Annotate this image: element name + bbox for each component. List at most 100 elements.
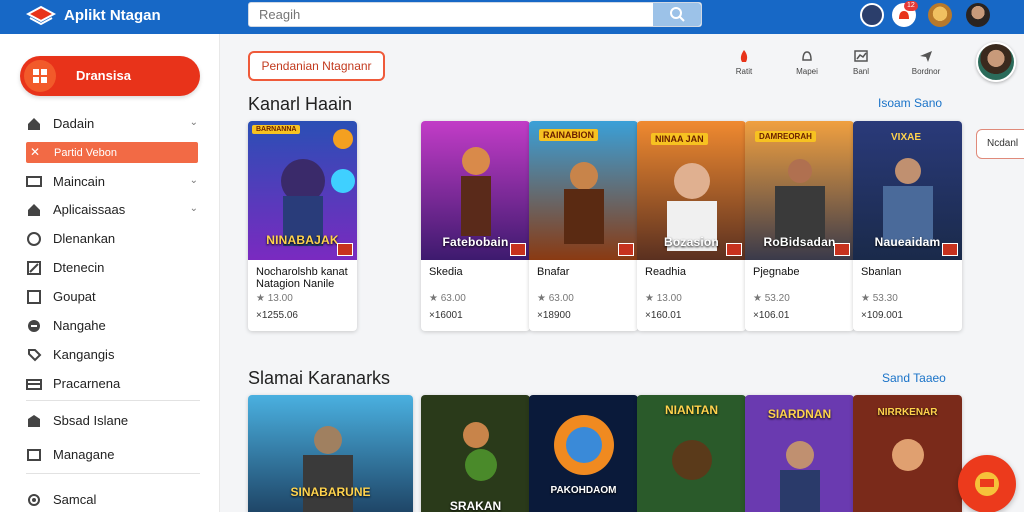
topbar-actions: 12 (854, 1, 994, 31)
game-card[interactable]: SRAKAN (421, 395, 530, 512)
see-all-link[interactable]: Sand Taaeo (882, 371, 946, 385)
sidebar-item-maincain[interactable]: Maincain ⌄ (26, 171, 198, 193)
game-card[interactable]: SINABARUNE (248, 395, 413, 512)
search-bar (248, 2, 702, 27)
sidebar-item-label: Aplicaissaas (53, 202, 126, 217)
edit-icon (27, 261, 41, 275)
game-card[interactable]: NIRRKENAR (853, 395, 962, 512)
user-avatar[interactable] (928, 3, 952, 27)
chart-icon (854, 50, 868, 62)
monitor-icon (26, 176, 42, 187)
sidebar-item-label: Dadain (53, 116, 95, 131)
action-label: Ratit (735, 67, 753, 76)
sidebar-item-goupat[interactable]: Goupat (26, 286, 198, 308)
game-artwork (421, 395, 530, 512)
section-title: Kanarl Haain (248, 94, 353, 114)
search-input[interactable] (249, 3, 653, 26)
game-rating: ★ 63.00 (537, 293, 574, 304)
action-banl[interactable]: Banl (835, 46, 887, 82)
game-name: Skedia (429, 266, 463, 278)
search-button[interactable] (653, 3, 701, 26)
sidebar-item-label: Goupat (53, 289, 96, 304)
sidebar-item-label: Partid Vebon (54, 147, 117, 159)
game-card[interactable]: NIANTAN (637, 395, 746, 512)
game-rating: ★ 53.20 (753, 293, 790, 304)
sidebar-item-dlenankan[interactable]: Dlenankan (26, 228, 198, 250)
game-rating: ★ 63.00 (429, 293, 466, 304)
sidebar-item-label: Kangangis (53, 347, 115, 362)
profile-avatar-large[interactable] (976, 42, 1016, 82)
game-tag: NINAA JAN (651, 133, 708, 145)
see-all-link[interactable]: Isoam Sano (878, 96, 942, 110)
action-label: Banl (852, 67, 869, 76)
game-rating: ★ 13.00 (645, 293, 682, 304)
age-rating-badge (834, 243, 850, 256)
game-artwork (529, 121, 638, 260)
sidebar-item-label: Dlenankan (53, 231, 116, 246)
game-downloads: ×18900 (537, 310, 571, 321)
game-card[interactable]: BARNANNA NINABAJAK Nocharolshb kanat Nat… (248, 121, 357, 331)
chevron-down-icon: ⌄ (189, 175, 198, 186)
floating-action-button[interactable] (958, 455, 1016, 512)
game-downloads: ×1255.06 (256, 310, 298, 321)
search-icon (670, 7, 685, 22)
sidebar-item-dadain[interactable]: Dadain ⌄ (26, 113, 198, 135)
game-downloads: ×16001 (429, 310, 463, 321)
sidebar-item-kangangis[interactable]: Kangangis (26, 344, 198, 366)
game-art-title: PAKOHDAOM (550, 485, 617, 496)
sidebar-item-label: Managane (53, 447, 115, 462)
game-card[interactable]: NINAA JAN Bozasion Readhia ★ 13.00 ×160.… (637, 121, 746, 331)
primary-action-button[interactable]: Dransisa (20, 56, 200, 96)
game-tag: VIXAE (891, 132, 922, 143)
game-rating: ★ 13.00 (256, 293, 293, 304)
top-bar: Aplikt Ntagan 12 (0, 0, 1024, 34)
app-logo-icon[interactable] (26, 5, 56, 27)
bell-icon (802, 51, 812, 61)
sidebar-item-samcal[interactable]: Samcal (26, 489, 198, 511)
age-rating-badge (726, 243, 742, 256)
game-card[interactable]: RAINABION Bnafar ★ 63.00 ×18900 (529, 121, 638, 331)
notification-badge: 12 (904, 1, 918, 11)
building-icon (28, 415, 40, 427)
card-icon (26, 379, 42, 390)
paper-plane-icon (920, 51, 932, 62)
game-art-title: SIARDNAN (767, 407, 832, 421)
sidebar-item-partid-vebon[interactable]: ✕ Partid Vebon (26, 142, 198, 163)
age-rating-badge (618, 243, 634, 256)
age-rating-badge (510, 243, 526, 256)
game-name: Sbanlan (861, 266, 902, 278)
sidebar-item-managane[interactable]: Managane (26, 444, 198, 466)
profile-avatar[interactable] (966, 3, 990, 27)
game-tag: BARNANNA (252, 125, 301, 134)
primary-action-label: Dransisa (76, 68, 131, 83)
action-ratit[interactable]: Ratit (718, 46, 770, 82)
game-card[interactable]: PAKOHDAOM (529, 395, 638, 512)
sidebar-item-pracarnena[interactable]: Pracarnena (26, 373, 198, 395)
game-tag: DAMREORAH (755, 131, 816, 142)
sidebar-item-dtenecin[interactable]: Dtenecin (26, 257, 198, 279)
game-card[interactable]: Fatebobain Skedia ★ 63.00 ×16001 (421, 121, 530, 331)
game-name: Bnafar (537, 266, 570, 278)
action-mapei[interactable]: Mapei (781, 46, 833, 82)
game-art-title: SRAKAN (449, 499, 502, 512)
game-art-title: SINABARUNE (290, 485, 371, 499)
game-art-title: NIANTAN (664, 403, 719, 417)
filter-button[interactable]: Pendanian Ntagnanr (248, 51, 385, 81)
action-bordnor[interactable]: Bordnor (900, 46, 952, 82)
side-panel-button[interactable]: Ncdanl (976, 129, 1024, 159)
image-icon (27, 449, 41, 461)
sidebar-item-nangahe[interactable]: Nangahe (26, 315, 198, 337)
game-card[interactable]: DAMREORAH RoBidsadan Pjegnabe ★ 53.20 ×1… (745, 121, 854, 331)
game-card[interactable]: VIXAE Naueaidam Sbanlan ★ 53.30 ×109.001 (853, 121, 962, 331)
sidebar: Dransisa Dadain ⌄ ✕ Partid Vebon Maincai… (0, 34, 220, 512)
compass-icon (28, 320, 40, 332)
gamepad-icon[interactable] (860, 3, 884, 27)
x-icon: ✕ (30, 145, 41, 159)
chevron-down-icon: ⌄ (189, 203, 198, 214)
sidebar-divider (26, 473, 200, 474)
sidebar-item-sbsad-islane[interactable]: Sbsad Islane (26, 410, 198, 432)
game-card[interactable]: SIARDNAN (745, 395, 854, 512)
notification-button[interactable]: 12 (892, 1, 918, 27)
sidebar-item-aplicaissaas[interactable]: Aplicaissaas ⌄ (26, 199, 198, 221)
section-title: Slamai Karanarks (248, 368, 391, 388)
